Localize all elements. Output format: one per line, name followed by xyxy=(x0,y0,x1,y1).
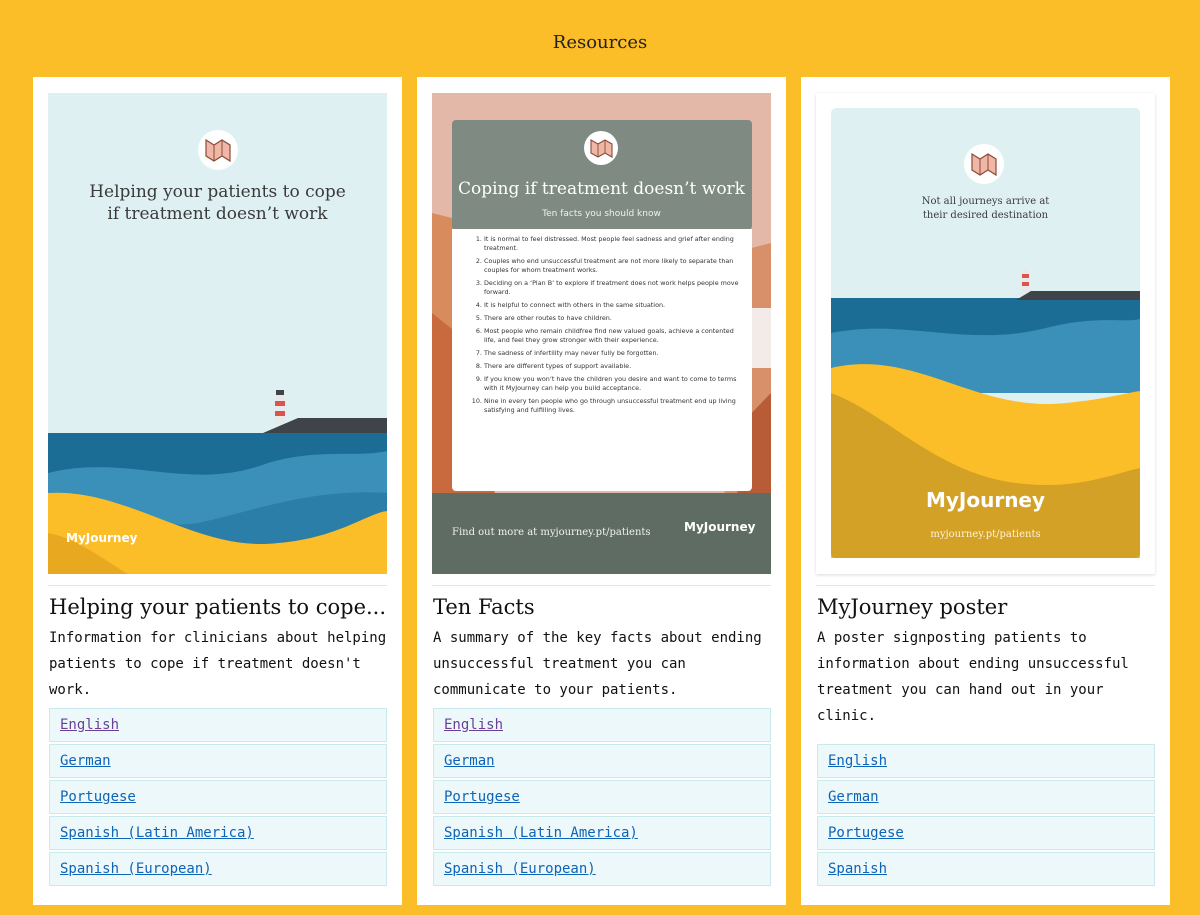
language-link-row: German xyxy=(433,744,771,778)
fact-item: The sadness of infertility may never ful… xyxy=(484,349,744,358)
language-links: English German Portugese Spanish xyxy=(817,744,1155,888)
language-links: English German Portugese Spanish (Latin … xyxy=(433,708,771,888)
language-link-row: English xyxy=(817,744,1155,778)
poster-thumbnail[interactable]: Not all journeys arrive at their desired… xyxy=(816,93,1155,574)
link-english[interactable]: English xyxy=(828,753,887,769)
fact-item: It is normal to feel distressed. Most pe… xyxy=(484,235,744,253)
link-spanish-latin-america[interactable]: Spanish (Latin America) xyxy=(444,825,638,841)
poster-art xyxy=(48,93,387,574)
language-link-row: English xyxy=(433,708,771,742)
fact-item: If you know you won’t have the children … xyxy=(484,375,744,393)
card-title: Helping your patients to cope... xyxy=(49,595,387,619)
poster-headline: Helping your patients to cope if treatme… xyxy=(89,182,346,224)
poster-thumbnail[interactable]: Helping your patients to cope if treatme… xyxy=(48,93,387,574)
language-link-row: Spanish (European) xyxy=(49,852,387,886)
divider xyxy=(432,585,771,586)
resource-card-poster: Not all journeys arrive at their desired… xyxy=(801,77,1170,905)
language-link-row: Portugese xyxy=(817,816,1155,850)
fact-item: Deciding on a ‘Plan B’ to explore if tre… xyxy=(484,279,744,297)
poster-brand-logo: MyJourney xyxy=(66,531,138,545)
poster-brand-logo: MyJourney xyxy=(684,520,756,534)
language-link-row: Spanish xyxy=(817,852,1155,886)
link-spanish-european[interactable]: Spanish (European) xyxy=(60,861,212,877)
link-german[interactable]: German xyxy=(828,789,879,805)
link-german[interactable]: German xyxy=(444,753,495,769)
poster-headline: Not all journeys arrive at their desired… xyxy=(921,196,1050,221)
language-link-row: Portugese xyxy=(433,780,771,814)
language-link-row: Spanish (Latin America) xyxy=(433,816,771,850)
language-link-row: English xyxy=(49,708,387,742)
link-english[interactable]: English xyxy=(444,717,503,733)
poster-footer: Find out more at myjourney.pt/patients xyxy=(452,527,651,538)
link-german[interactable]: German xyxy=(60,753,111,769)
language-link-row: Portugese xyxy=(49,780,387,814)
card-description: A poster signposting patients to informa… xyxy=(817,630,1129,724)
language-link-row: Spanish (European) xyxy=(433,852,771,886)
poster-url: myjourney.pt/patients xyxy=(930,529,1041,540)
card-description: Information for clinicians about helping… xyxy=(49,630,387,698)
page-heading: Resources xyxy=(552,32,648,53)
fact-item: There are different types of support ava… xyxy=(484,362,744,371)
fact-item: It is helpful to connect with others in … xyxy=(484,301,744,310)
divider xyxy=(48,585,387,586)
resource-card-ten-facts: Coping if treatment doesn’t work Ten fac… xyxy=(417,77,786,905)
link-portugese[interactable]: Portugese xyxy=(828,825,904,841)
poster-brand-logo: MyJourney xyxy=(925,488,1046,512)
fact-item: Nine in every ten people who go through … xyxy=(484,397,744,415)
language-link-row: German xyxy=(49,744,387,778)
link-spanish[interactable]: Spanish xyxy=(828,861,887,877)
link-portugese[interactable]: Portugese xyxy=(60,789,136,805)
link-spanish-latin-america[interactable]: Spanish (Latin America) xyxy=(60,825,254,841)
card-title: MyJourney poster xyxy=(817,595,1008,619)
poster-subheadline: Ten facts you should know xyxy=(542,209,661,219)
poster-thumbnail[interactable]: Coping if treatment doesn’t work Ten fac… xyxy=(432,93,771,574)
link-english[interactable]: English xyxy=(60,717,119,733)
poster-headline: Coping if treatment doesn’t work xyxy=(458,179,745,199)
divider xyxy=(816,585,1155,586)
language-link-row: Spanish (Latin America) xyxy=(49,816,387,850)
card-title: Ten Facts xyxy=(433,595,535,619)
language-link-row: German xyxy=(817,780,1155,814)
fact-item: There are other routes to have children. xyxy=(484,314,744,323)
resource-card-helping: Helping your patients to cope if treatme… xyxy=(33,77,402,905)
fact-item: Couples who end unsuccessful treatment a… xyxy=(484,257,744,275)
fact-item: Most people who remain childfree find ne… xyxy=(484,327,744,345)
language-links: English German Portugese Spanish (Latin … xyxy=(49,708,387,888)
card-description: A summary of the key facts about ending … xyxy=(433,630,762,698)
link-spanish-european[interactable]: Spanish (European) xyxy=(444,861,596,877)
facts-list-panel: It is normal to feel distressed. Most pe… xyxy=(452,229,752,491)
link-portugese[interactable]: Portugese xyxy=(444,789,520,805)
